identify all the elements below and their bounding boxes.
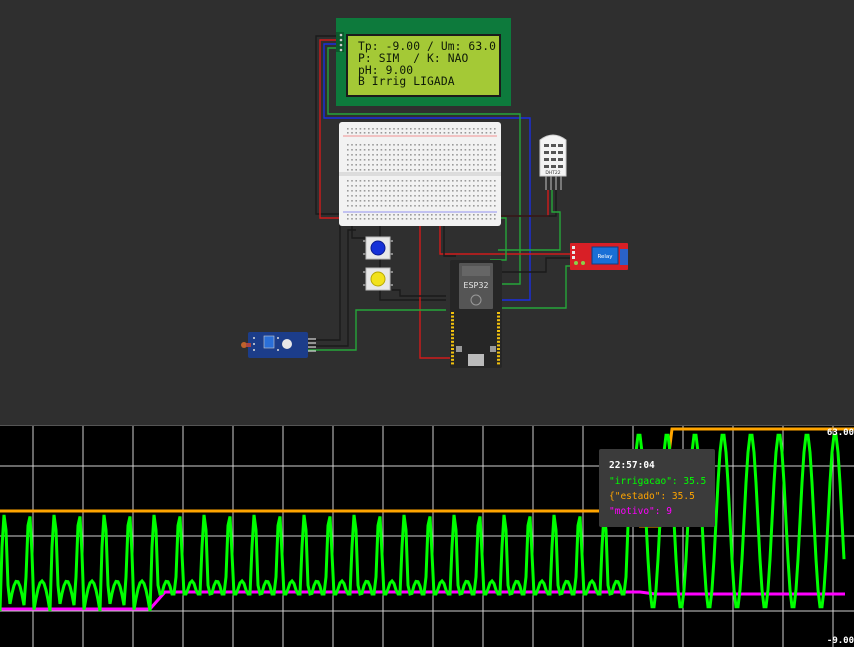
blue-pushbutton[interactable] bbox=[363, 235, 393, 261]
esp32-label: ESP32 bbox=[463, 281, 488, 290]
y-max-label: 63.00 bbox=[826, 428, 854, 438]
dht22-sensor[interactable]: DHT22 bbox=[536, 132, 570, 192]
plot-tooltip: 22:57:04 "irrigacao": 35.5 {"estado": 35… bbox=[599, 449, 715, 527]
lcd-pins bbox=[336, 32, 344, 52]
tooltip-motivo: "motivo": 9 bbox=[609, 506, 672, 517]
tooltip-irrigacao: "irrigacao": 35.5 bbox=[609, 476, 707, 487]
y-min-label: -9.00 bbox=[826, 636, 854, 646]
tooltip-estado: {"estado": 35.5 bbox=[609, 491, 695, 502]
lcd-line-4: B Irrig LIGADA bbox=[358, 75, 455, 88]
dht22-label: DHT22 bbox=[545, 170, 560, 176]
serial-plotter[interactable]: 63.00 -9.00 bbox=[0, 425, 854, 647]
plot-area bbox=[0, 426, 854, 647]
ldr-sensor-module[interactable] bbox=[240, 330, 316, 360]
breadboard[interactable] bbox=[339, 122, 501, 226]
tooltip-time: 22:57:04 bbox=[609, 460, 655, 471]
relay-module[interactable]: Relay bbox=[570, 243, 630, 271]
simulation-canvas[interactable]: Tp: -9.00 / Um: 63.0 P: SIM / K: NAO pH:… bbox=[0, 0, 854, 425]
relay-label: Relay bbox=[597, 254, 613, 260]
lcd-screen: Tp: -9.00 / Um: 63.0 P: SIM / K: NAO pH:… bbox=[346, 34, 501, 97]
series-irrigacao-line bbox=[0, 433, 846, 612]
lcd-line-2: P: SIM / K: NAO bbox=[358, 52, 469, 65]
yellow-pushbutton[interactable] bbox=[363, 266, 393, 296]
lcd-line-1: Tp: -9.00 / Um: 63.0 bbox=[358, 40, 497, 53]
esp32-board[interactable]: ESP32 bbox=[450, 260, 502, 370]
